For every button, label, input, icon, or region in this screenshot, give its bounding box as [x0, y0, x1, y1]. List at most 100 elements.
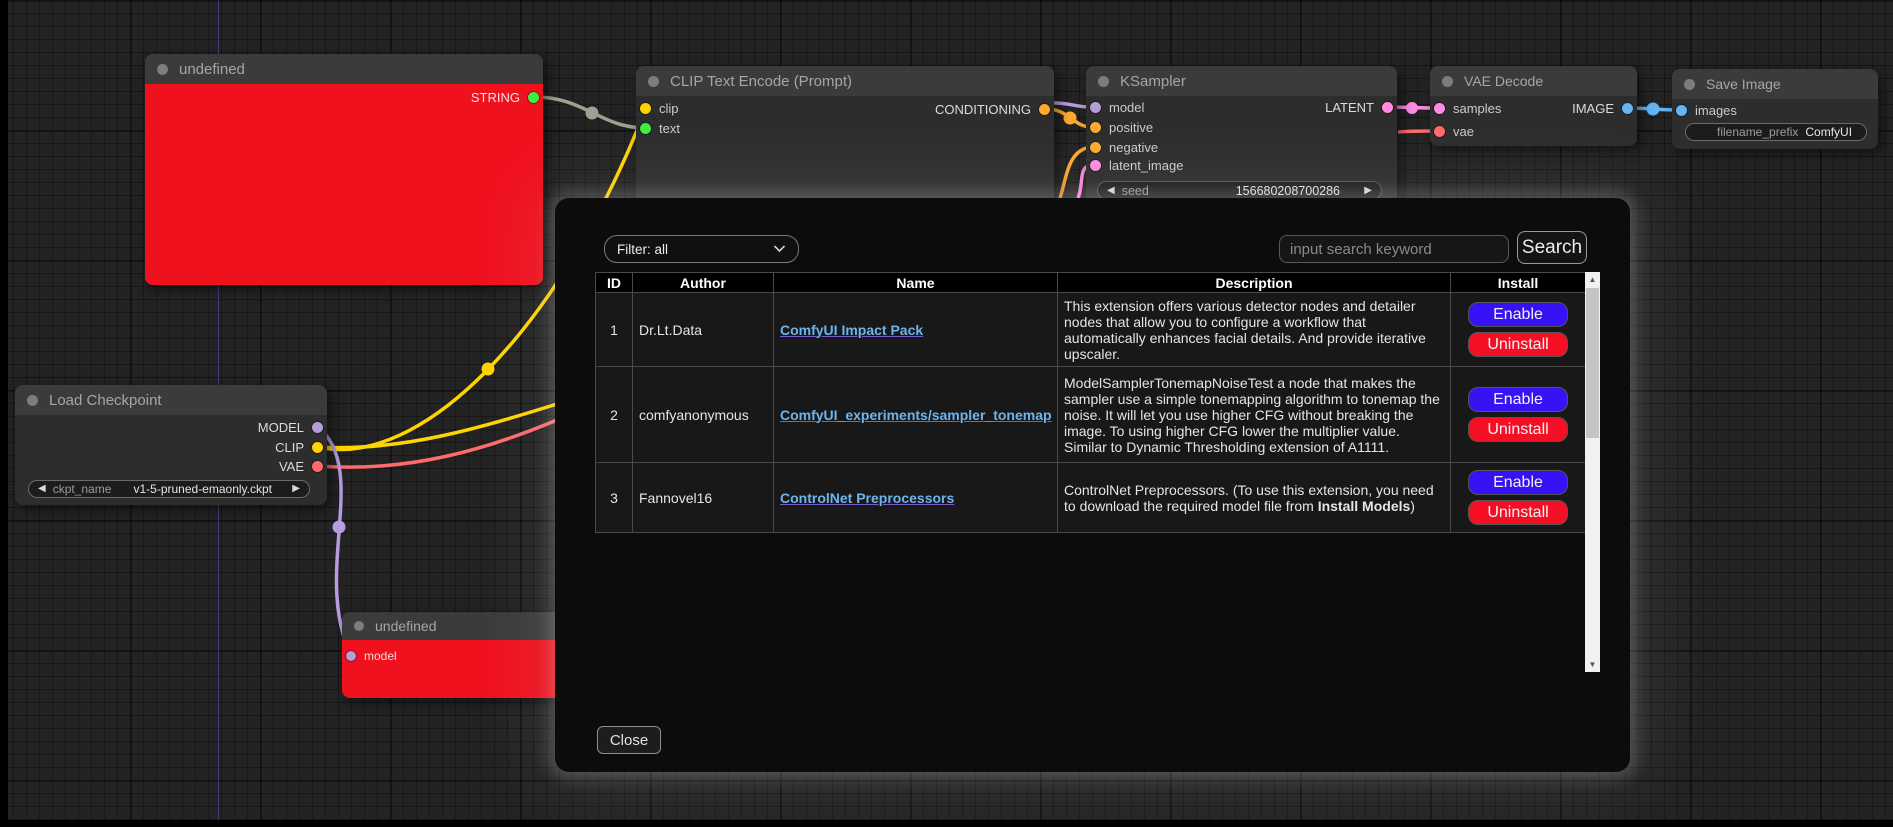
slot-dot[interactable] [1090, 142, 1101, 153]
window-edge-left [0, 0, 8, 827]
output-slot-vae[interactable]: VAE [279, 457, 323, 475]
slot-dot[interactable] [312, 422, 323, 433]
cell-install: Enable Uninstall [1451, 293, 1586, 367]
table-header-row: ID Author Name Description Install [596, 273, 1586, 293]
input-slot-vae[interactable]: vae [1434, 122, 1474, 140]
slot-label: model [364, 649, 397, 663]
input-slot-model[interactable]: model [1090, 98, 1144, 116]
node-title-bar[interactable]: undefined [145, 54, 543, 84]
input-slot-negative[interactable]: negative [1090, 138, 1158, 156]
ckpt-decrement-arrow-icon[interactable]: ◀ [38, 484, 46, 494]
enable-button[interactable]: Enable [1468, 302, 1568, 327]
node-vae-decode[interactable]: VAE Decode samples vae IMAGE [1430, 66, 1637, 146]
node-title-bar[interactable]: VAE Decode [1430, 66, 1637, 96]
node-save-image[interactable]: Save Image images filename_prefix ComfyU… [1672, 69, 1878, 149]
node-title-bar[interactable]: Save Image [1672, 69, 1878, 99]
slot-dot[interactable] [1090, 122, 1101, 133]
node-collapse-dot[interactable] [1684, 79, 1695, 90]
slot-dot[interactable] [1676, 105, 1687, 116]
link-midpoint-dot[interactable] [482, 363, 495, 376]
ckpt-increment-arrow-icon[interactable]: ▶ [292, 484, 300, 494]
uninstall-button[interactable]: Uninstall [1468, 417, 1568, 442]
link-midpoint-dot[interactable] [333, 521, 346, 534]
slot-label: STRING [471, 90, 520, 105]
scrollbar-down-arrow-icon[interactable]: ▼ [1585, 657, 1600, 672]
search-input[interactable] [1279, 235, 1509, 263]
node-collapse-dot[interactable] [157, 64, 168, 75]
input-slot-latent-image[interactable]: latent_image [1090, 156, 1183, 174]
input-slot-samples[interactable]: samples [1434, 99, 1501, 117]
node-title-bar[interactable]: KSampler [1086, 66, 1397, 96]
slot-dot[interactable] [346, 651, 356, 661]
slot-dot[interactable] [1622, 103, 1633, 114]
seed-increment-arrow-icon[interactable]: ▶ [1364, 186, 1372, 196]
close-button[interactable]: Close [597, 726, 661, 754]
node-undefined-top[interactable]: undefined STRING [145, 54, 543, 285]
slot-dot[interactable] [1434, 126, 1445, 137]
output-slot-clip[interactable]: CLIP [275, 438, 323, 456]
node-title: CLIP Text Encode (Prompt) [670, 73, 852, 90]
node-collapse-dot[interactable] [1442, 76, 1453, 87]
input-slot-images[interactable]: images [1676, 101, 1737, 119]
extension-link[interactable]: ComfyUI_experiments/sampler_tonemap [780, 407, 1052, 423]
extensions-table: ID Author Name Description Install 1 Dr.… [595, 272, 1586, 533]
node-collapse-dot[interactable] [354, 621, 364, 631]
output-slot-string[interactable]: STRING [471, 88, 539, 106]
node-title-bar[interactable]: Load Checkpoint [15, 385, 327, 415]
search-button[interactable]: Search [1517, 231, 1587, 264]
slot-dot[interactable] [312, 442, 323, 453]
ckpt-name-widget[interactable]: ◀ ckpt_name v1-5-pruned-emaonly.ckpt ▶ [28, 480, 310, 498]
node-collapse-dot[interactable] [648, 76, 659, 87]
seed-decrement-arrow-icon[interactable]: ◀ [1107, 186, 1115, 196]
slot-dot[interactable] [1039, 104, 1050, 115]
extension-link[interactable]: ComfyUI Impact Pack [780, 322, 923, 338]
slot-dot[interactable] [312, 461, 323, 472]
enable-button[interactable]: Enable [1468, 470, 1568, 495]
uninstall-button[interactable]: Uninstall [1468, 500, 1568, 525]
slot-label: text [659, 121, 680, 136]
slot-dot[interactable] [1090, 102, 1101, 113]
link-vae-out[interactable] [318, 420, 557, 467]
node-load-checkpoint[interactable]: Load Checkpoint MODEL CLIP VAE ◀ ckpt_na… [15, 385, 327, 505]
input-slot-text[interactable]: text [640, 119, 680, 137]
node-collapse-dot[interactable] [1098, 76, 1109, 87]
filter-select[interactable]: Filter: all [604, 235, 799, 263]
link-clip-second[interactable] [318, 404, 557, 448]
slot-dot[interactable] [1382, 102, 1393, 113]
slot-dot[interactable] [640, 103, 651, 114]
extension-link[interactable]: ControlNet Preprocessors [780, 490, 954, 506]
slot-dot[interactable] [1434, 103, 1445, 114]
output-slot-model[interactable]: MODEL [258, 418, 323, 436]
output-slot-conditioning[interactable]: CONDITIONING [935, 100, 1050, 118]
input-slot-clip[interactable]: clip [640, 99, 679, 117]
table-row: 1 Dr.Lt.Data ComfyUI Impact Pack This ex… [596, 293, 1586, 367]
node-ksampler[interactable]: KSampler model positive negative latent_… [1086, 66, 1397, 216]
link-midpoint-dot[interactable] [586, 107, 599, 120]
seed-value: 156680208700286 [1236, 184, 1340, 198]
slot-dot[interactable] [1090, 160, 1101, 171]
cell-author: comfyanonymous [633, 367, 774, 463]
input-slot-model[interactable]: model [346, 647, 397, 665]
scrollbar-up-arrow-icon[interactable]: ▲ [1585, 272, 1600, 287]
output-slot-latent[interactable]: LATENT [1325, 98, 1393, 116]
filename-prefix-widget[interactable]: filename_prefix ComfyUI [1685, 123, 1867, 141]
uninstall-button[interactable]: Uninstall [1468, 332, 1568, 357]
output-slot-image[interactable]: IMAGE [1572, 99, 1633, 117]
link-midpoint-dot[interactable] [1647, 103, 1660, 116]
input-slot-positive[interactable]: positive [1090, 118, 1153, 136]
node-title-bar[interactable]: undefined [342, 612, 564, 640]
header-description: Description [1058, 273, 1451, 293]
node-undefined-bottom[interactable]: undefined model [342, 612, 564, 698]
node-body: model [342, 640, 564, 698]
slot-dot[interactable] [640, 123, 651, 134]
table-scrollbar[interactable]: ▲ ▼ [1585, 272, 1600, 672]
enable-button[interactable]: Enable [1468, 387, 1568, 412]
node-title-bar[interactable]: CLIP Text Encode (Prompt) [636, 66, 1054, 96]
node-collapse-dot[interactable] [27, 395, 38, 406]
cell-author: Fannovel16 [633, 463, 774, 533]
scrollbar-thumb[interactable] [1586, 288, 1599, 438]
comfyui-canvas[interactable]: undefined STRING CLIP Text Encode (Promp… [0, 0, 1893, 827]
link-midpoint-dot[interactable] [1064, 112, 1077, 125]
link-midpoint-dot[interactable] [1406, 102, 1418, 114]
slot-dot[interactable] [528, 92, 539, 103]
